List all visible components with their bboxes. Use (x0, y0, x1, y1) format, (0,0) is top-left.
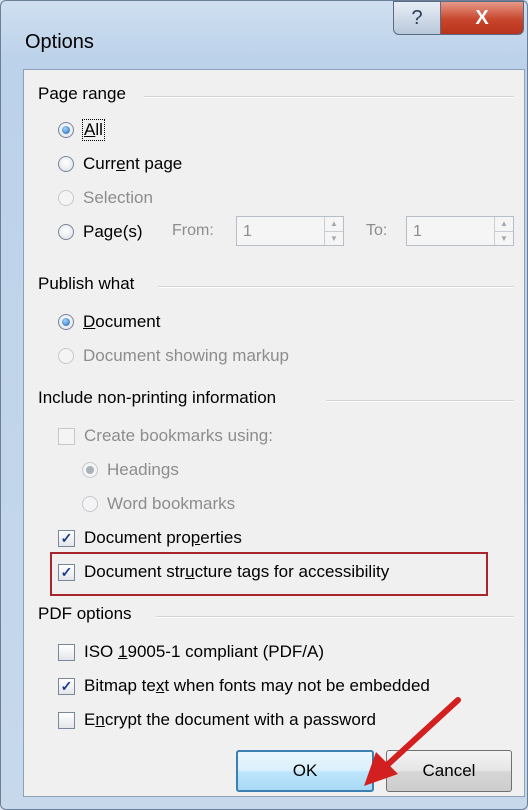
radio-button-disabled (58, 190, 74, 206)
radio-document[interactable]: Document (58, 312, 160, 332)
radio-button-selected[interactable] (58, 122, 74, 138)
to-spinner[interactable]: 1 ▲ ▼ (406, 216, 514, 246)
checkmark-icon: ✓ (60, 564, 73, 580)
divider (156, 616, 514, 618)
pdf-options-heading: PDF options (38, 604, 142, 624)
radio-document-label: Document (83, 312, 161, 331)
spin-down-icon[interactable]: ▼ (325, 230, 343, 246)
nonprinting-heading: Include non-printing information (38, 388, 287, 408)
close-button[interactable]: X (440, 1, 524, 35)
radio-button-disabled (82, 462, 98, 478)
divider (326, 400, 514, 402)
radio-headings: Headings (82, 460, 179, 480)
radio-all[interactable]: All (58, 119, 105, 141)
options-dialog: Options ? X Page range All Current page … (0, 0, 528, 810)
dialog-body: Page range All Current page Selection Pa… (23, 69, 525, 797)
radio-button-selected[interactable] (58, 314, 74, 330)
radio-word-bookmarks-label: Word bookmarks (107, 494, 236, 513)
radio-all-label: All (82, 119, 105, 141)
checkmark-icon: ✓ (60, 530, 73, 546)
divider (144, 96, 514, 98)
radio-current-page-label: Current page (83, 154, 183, 173)
from-spin-arrows[interactable]: ▲ ▼ (324, 217, 343, 245)
from-spinner[interactable]: 1 ▲ ▼ (236, 216, 344, 246)
spin-down-icon[interactable]: ▼ (495, 230, 513, 246)
annotation-arrow-icon (364, 697, 461, 786)
radio-button-disabled (82, 496, 98, 512)
help-button[interactable]: ? (393, 1, 441, 35)
radio-button-disabled (58, 348, 74, 364)
checkbox-iso-label: ISO 19005-1 compliant (PDF/A) (84, 642, 325, 661)
radio-word-bookmarks: Word bookmarks (82, 494, 235, 514)
checkbox-create-bookmarks-label: Create bookmarks using: (84, 426, 273, 445)
checkbox-document-properties[interactable]: ✓ Document properties (58, 528, 242, 548)
radio-selection-label: Selection (83, 188, 153, 207)
close-icon: X (475, 6, 489, 29)
to-label: To: (366, 222, 388, 239)
checkbox[interactable] (58, 711, 75, 729)
checkbox[interactable] (58, 643, 75, 661)
from-label: From: (172, 222, 214, 239)
page-range-heading: Page range (38, 84, 136, 104)
radio-current-page[interactable]: Current page (58, 154, 182, 174)
ok-button-label: OK (292, 761, 318, 780)
from-value: 1 (243, 223, 252, 240)
checkbox-checked[interactable]: ✓ (58, 563, 75, 581)
checkbox-document-properties-label: Document properties (84, 528, 242, 547)
radio-document-markup-label: Document showing markup (83, 346, 289, 365)
to-spin-arrows[interactable]: ▲ ▼ (494, 217, 513, 245)
radio-button[interactable] (58, 224, 74, 240)
help-icon: ? (411, 6, 423, 29)
checkbox-checked[interactable]: ✓ (58, 529, 75, 547)
checkbox-structure-tags-label: Document structure tags for accessibilit… (84, 562, 390, 581)
checkbox-disabled (58, 427, 75, 445)
to-value: 1 (413, 223, 422, 240)
checkmark-icon: ✓ (60, 678, 73, 694)
checkbox-iso[interactable]: ISO 19005-1 compliant (PDF/A) (58, 642, 324, 662)
radio-document-markup: Document showing markup (58, 346, 289, 366)
radio-pages[interactable]: Page(s) (58, 222, 143, 242)
spin-up-icon[interactable]: ▲ (325, 217, 343, 231)
divider (158, 286, 514, 288)
publish-what-heading: Publish what (38, 274, 145, 294)
radio-pages-label: Page(s) (83, 222, 143, 241)
checkbox-checked[interactable]: ✓ (58, 677, 75, 695)
checkbox-structure-tags[interactable]: ✓ Document structure tags for accessibil… (58, 562, 389, 582)
radio-button[interactable] (58, 156, 74, 172)
radio-headings-label: Headings (107, 460, 179, 479)
spin-up-icon[interactable]: ▲ (495, 217, 513, 231)
checkbox-create-bookmarks: Create bookmarks using: (58, 426, 273, 446)
radio-selection: Selection (58, 188, 153, 208)
dialog-title: Options (25, 31, 94, 53)
